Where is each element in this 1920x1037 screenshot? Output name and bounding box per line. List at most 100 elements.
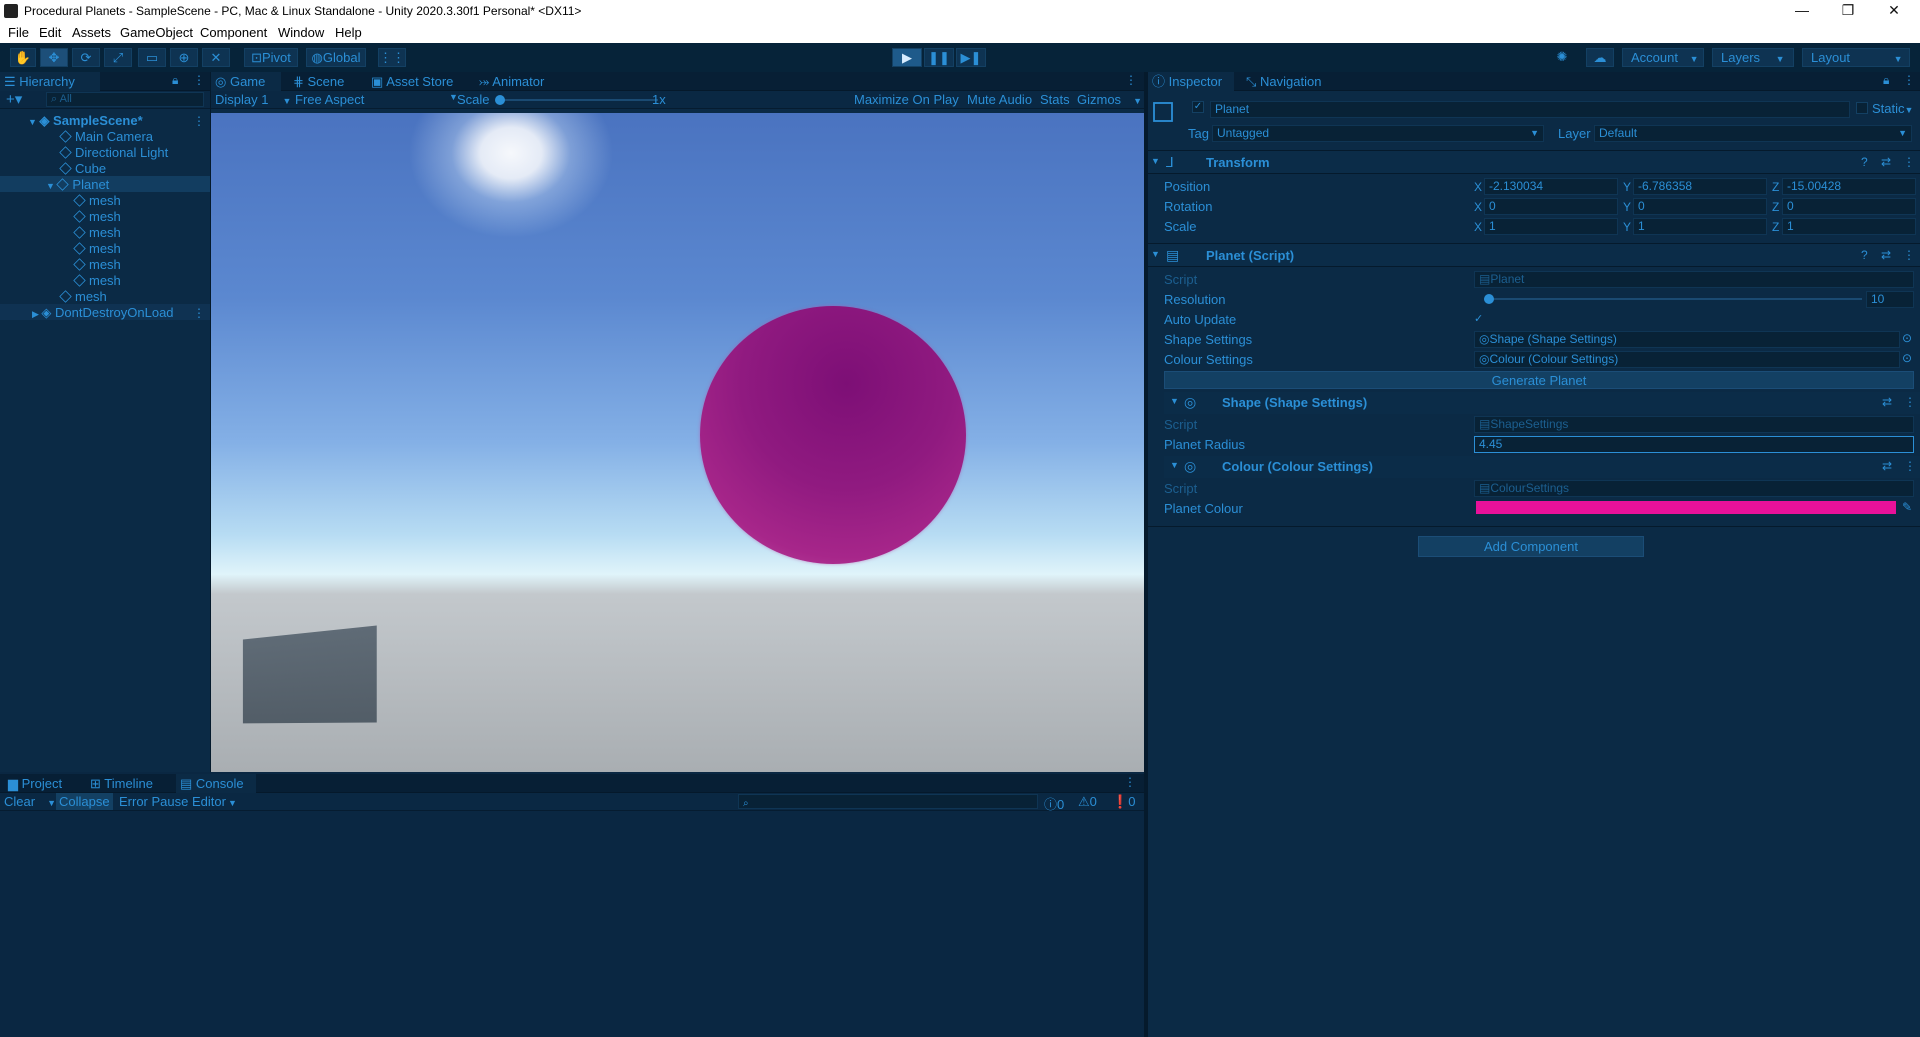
menu-component[interactable]: Component — [200, 25, 267, 40]
error-count[interactable]: ❗0 — [1112, 794, 1135, 810]
pause-button[interactable]: ❚❚ — [924, 48, 954, 67]
menu-gameobject[interactable]: GameObject — [120, 25, 193, 40]
aspect-dropdown[interactable]: Free Aspect ▼ — [295, 92, 458, 107]
component-more-icon[interactable]: ⋮ — [1903, 155, 1915, 169]
tab-game[interactable]: ◎ Game — [211, 72, 281, 91]
collapse-toggle[interactable]: Collapse — [56, 793, 113, 810]
scene-more-icon[interactable]: ⋮ — [193, 114, 205, 128]
tab-timeline[interactable]: ⊞ Timeline — [86, 774, 172, 793]
more-icon[interactable]: ⋮ — [1903, 73, 1915, 87]
tab-inspector[interactable]: ⓘ Inspector — [1148, 72, 1234, 91]
step-button[interactable]: ▶❚ — [956, 48, 986, 67]
position-z-field[interactable]: -15.00428 — [1782, 178, 1916, 195]
position-y-field[interactable]: -6.786358 — [1633, 178, 1767, 195]
mute-audio-toggle[interactable]: Mute Audio — [967, 92, 1032, 107]
hand-tool-icon[interactable]: ✋ — [10, 48, 36, 67]
more-icon[interactable]: ⋮ — [193, 73, 205, 87]
lock-icon[interactable]: 🔒︎ — [172, 73, 178, 88]
layout-dropdown[interactable]: Layout ▼ — [1802, 48, 1910, 67]
static-checkbox[interactable] — [1856, 102, 1868, 114]
console-more-icon[interactable]: ⋮ — [1124, 775, 1136, 789]
hierarchy-item-dontdestroy[interactable]: ▶ ◈ DontDestroyOnLoad — [32, 305, 174, 321]
menu-edit[interactable]: Edit — [39, 25, 61, 40]
maximize-button[interactable]: ❐ — [1826, 2, 1870, 19]
preset-icon[interactable]: ⇄ — [1881, 248, 1891, 262]
hierarchy-search-input[interactable]: ⌕ All — [46, 92, 204, 107]
tab-hierarchy[interactable]: ☰ Hierarchy — [0, 72, 100, 91]
planet-script-header[interactable]: ▼ ▤ Planet (Script) ? ⇄ ⋮ — [1148, 243, 1920, 267]
hierarchy-item[interactable]: mesh — [73, 257, 121, 272]
tab-console[interactable]: ▤ Console — [176, 774, 256, 793]
scale-tool-icon[interactable]: ⤢ — [104, 48, 132, 67]
lock-icon[interactable]: 🔒︎ — [1883, 73, 1889, 88]
help-icon[interactable]: ? — [1861, 155, 1868, 169]
tag-dropdown[interactable]: Untagged ▼ — [1212, 125, 1544, 142]
play-button[interactable]: ▶ — [892, 48, 922, 67]
hierarchy-item[interactable]: mesh — [73, 209, 121, 224]
add-icon[interactable]: +▾ — [6, 90, 22, 108]
console-log-area[interactable] — [0, 811, 1144, 1037]
rotation-x-field[interactable]: 0 — [1484, 198, 1618, 215]
display-dropdown[interactable]: Display 1 ▼ — [215, 92, 291, 107]
resolution-slider-thumb[interactable] — [1484, 294, 1494, 304]
component-more-icon[interactable]: ⋮ — [1904, 395, 1916, 409]
component-more-icon[interactable]: ⋮ — [1903, 248, 1915, 262]
account-dropdown[interactable]: Account ▼ — [1622, 48, 1704, 67]
object-name-field[interactable]: Planet — [1210, 101, 1850, 118]
static-dropdown[interactable]: Static▼ — [1872, 101, 1913, 116]
scale-slider-track[interactable] — [496, 99, 658, 101]
auto-update-checkbox[interactable]: ✓ — [1474, 312, 1483, 325]
custom-tool-icon[interactable]: ✕ — [202, 48, 230, 67]
eyedropper-icon[interactable]: ✎ — [1902, 500, 1912, 514]
menu-window[interactable]: Window — [278, 25, 324, 40]
tab-project[interactable]: ▆ Project — [4, 774, 84, 793]
rotate-tool-icon[interactable]: ⟳ — [72, 48, 100, 67]
close-button[interactable]: ✕ — [1872, 2, 1916, 19]
tab-animator[interactable]: ⤖ Animator — [475, 72, 565, 91]
console-search-input[interactable]: ⌕ — [738, 794, 1038, 809]
hierarchy-item[interactable]: mesh — [73, 193, 121, 208]
transform-header[interactable]: ▼ ⅃ Transform ? ⇄ ⋮ — [1148, 150, 1920, 174]
colour-settings-field[interactable]: ◎Colour (Colour Settings) — [1474, 351, 1900, 368]
hierarchy-scene-root[interactable]: ▼ ◈ SampleScene* — [28, 113, 143, 129]
rotation-y-field[interactable]: 0 — [1633, 198, 1767, 215]
pivot-toggle[interactable]: ⊡Pivot — [244, 48, 298, 67]
gizmos-dropdown[interactable]: Gizmos ▼ — [1077, 92, 1142, 107]
editor-dropdown[interactable]: Editor ▼ — [192, 794, 237, 809]
tab-scene[interactable]: ⋕ Scene — [289, 72, 359, 91]
scale-x-field[interactable]: 1 — [1484, 218, 1618, 235]
resolution-field[interactable]: 10 — [1866, 291, 1914, 308]
rect-tool-icon[interactable]: ▭ — [138, 48, 166, 67]
rotation-z-field[interactable]: 0 — [1782, 198, 1916, 215]
maximize-on-play-toggle[interactable]: Maximize On Play — [854, 92, 959, 107]
planet-radius-field[interactable]: 4.45 — [1474, 436, 1914, 453]
dontdestroy-more-icon[interactable]: ⋮ — [193, 306, 205, 320]
resolution-slider-track[interactable] — [1484, 298, 1862, 300]
object-picker-icon[interactable]: ⊙ — [1902, 331, 1912, 345]
preset-icon[interactable]: ⇄ — [1881, 155, 1891, 169]
transform-tool-icon[interactable]: ⊕ — [170, 48, 198, 67]
hierarchy-item[interactable]: Directional Light — [59, 145, 168, 160]
active-checkbox[interactable]: ✓ — [1192, 101, 1204, 113]
minimize-button[interactable]: — — [1780, 2, 1824, 18]
menu-help[interactable]: Help — [335, 25, 362, 40]
game-more-icon[interactable]: ⋮ — [1125, 73, 1137, 87]
scale-z-field[interactable]: 1 — [1782, 218, 1916, 235]
game-viewport[interactable] — [211, 113, 1144, 772]
scale-y-field[interactable]: 1 — [1633, 218, 1767, 235]
hierarchy-item[interactable]: Cube — [59, 161, 106, 176]
hierarchy-item[interactable]: mesh — [59, 289, 107, 304]
help-icon[interactable]: ? — [1861, 248, 1868, 262]
hierarchy-item[interactable]: mesh — [73, 241, 121, 256]
object-picker-icon[interactable]: ⊙ — [1902, 351, 1912, 365]
grid-snap-icon[interactable]: ⋮⋮ — [378, 48, 406, 67]
layer-dropdown[interactable]: Default ▼ — [1594, 125, 1912, 142]
hierarchy-item-planet[interactable]: ▼ Planet — [46, 177, 109, 192]
hierarchy-item[interactable]: mesh — [73, 273, 121, 288]
menu-assets[interactable]: Assets — [72, 25, 111, 40]
layers-dropdown[interactable]: Layers ▼ — [1712, 48, 1794, 67]
collab-icon[interactable]: ✺ — [1548, 48, 1576, 67]
position-x-field[interactable]: -2.130034 — [1484, 178, 1618, 195]
warning-count[interactable]: ⚠0 — [1078, 794, 1097, 810]
colour-settings-header[interactable]: ▼ ◎ Colour (Colour Settings) ⇄ ⋮ — [1164, 456, 1920, 478]
